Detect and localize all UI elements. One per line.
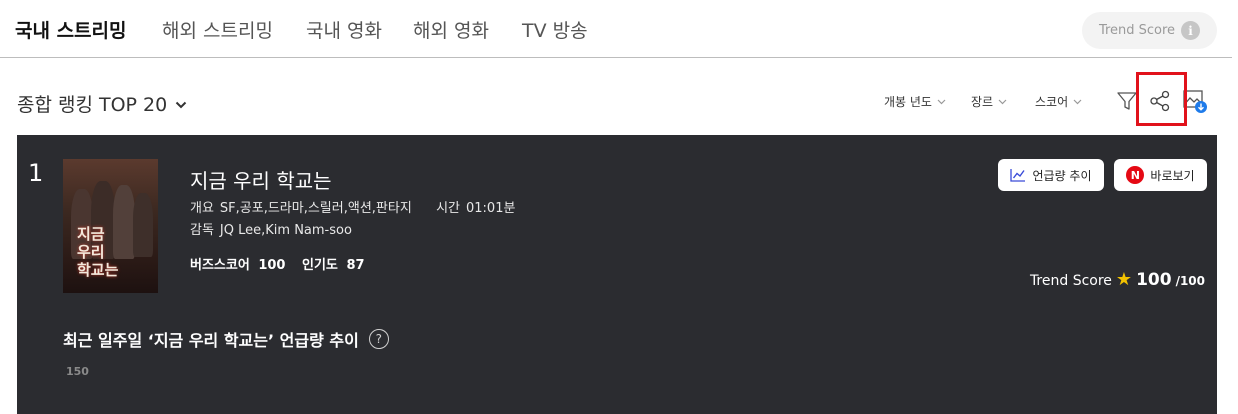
director-line: 감독 JQ Lee,Kim Nam-soo xyxy=(190,219,352,238)
watch-now-button[interactable]: N 바로보기 xyxy=(1114,159,1207,191)
buzz-score-value: 100 xyxy=(258,258,286,273)
star-icon: ★ xyxy=(1115,269,1133,290)
share-highlight-box xyxy=(1136,72,1187,126)
time-label: 시간 xyxy=(436,201,460,216)
filter-score[interactable]: 스코어 xyxy=(1035,93,1082,110)
info-icon: i xyxy=(1181,21,1201,40)
poster-title-line-1: 지금 xyxy=(77,225,105,243)
chevron-down-icon xyxy=(1073,99,1082,104)
weekly-mention-title: 최근 일주일 ‘지금 우리 학교는’ 언급량 추이 xyxy=(63,331,359,350)
item-trend-score: Trend Score ★ 100/100 xyxy=(1030,269,1205,290)
item-trend-score-value: 100 xyxy=(1136,270,1172,290)
trend-line-icon xyxy=(1010,169,1026,182)
poster-title: 지금 우리 학교는 xyxy=(77,225,118,279)
overview-label: 개요 xyxy=(190,201,214,216)
mention-trend-label: 언급량 추이 xyxy=(1032,168,1092,183)
tab-domestic-streaming[interactable]: 국내 스트리밍 xyxy=(15,16,127,43)
filter-icon xyxy=(1117,92,1137,110)
poster-title-line-3: 학교는 xyxy=(77,261,119,279)
poster-title-line-2: 우리 xyxy=(77,243,105,261)
mention-trend-button[interactable]: 언급량 추이 xyxy=(998,159,1104,191)
poster-image[interactable]: 지금 우리 학교는 xyxy=(63,159,158,293)
filter-genre-label: 장르 xyxy=(971,95,994,109)
buzz-score-label: 버즈스코어 xyxy=(190,258,250,273)
tab-domestic-movies[interactable]: 국내 영화 xyxy=(306,16,382,43)
weekly-mention-heading: 최근 일주일 ‘지금 우리 학교는’ 언급량 추이 ? xyxy=(63,327,389,351)
tab-overseas-streaming[interactable]: 해외 스트리밍 xyxy=(162,16,273,43)
runtime: 01:01분 xyxy=(466,201,516,216)
item-trend-score-label: Trend Score xyxy=(1029,273,1112,289)
ranking-selector[interactable]: 종합 랭킹 TOP 20 xyxy=(17,90,187,117)
item-title[interactable]: 지금 우리 학교는 xyxy=(190,165,332,194)
item-trend-score-max: /100 xyxy=(1175,274,1205,288)
tab-tv-broadcast[interactable]: TV 방송 xyxy=(522,16,588,43)
score-line: 버즈스코어 100 인기도 87 xyxy=(190,254,365,273)
overview-line: 개요 SF,공포,드라마,스릴러,액션,판타지 시간 01:01분 xyxy=(190,197,515,216)
ranking-card: 1 지금 우리 학교는 지금 우리 학교는 개요 SF,공포,드라마,스릴러,액션… xyxy=(17,135,1217,414)
filter-release-year[interactable]: 개봉 년도 xyxy=(884,93,946,110)
ranking-title: 종합 랭킹 TOP 20 xyxy=(17,94,168,116)
category-tabs: 국내 스트리밍 해외 스트리밍 국내 영화 해외 영화 TV 방송 Trend … xyxy=(0,0,1232,58)
filter-release-year-label: 개봉 년도 xyxy=(884,95,932,109)
popularity-label: 인기도 xyxy=(302,258,338,273)
trend-score-info-button[interactable]: Trend Score i xyxy=(1082,12,1217,49)
netflix-icon: N xyxy=(1126,166,1145,184)
chevron-down-icon xyxy=(176,101,187,108)
directors: JQ Lee,Kim Nam-soo xyxy=(219,223,352,238)
filter-score-label: 스코어 xyxy=(1035,95,1069,109)
tab-overseas-movies[interactable]: 해외 영화 xyxy=(413,16,489,43)
filter-genre[interactable]: 장르 xyxy=(971,93,1007,110)
rank-number: 1 xyxy=(28,159,44,187)
watch-now-label: 바로보기 xyxy=(1150,168,1195,183)
chart-y-tick: 150 xyxy=(66,365,89,378)
popularity-value: 87 xyxy=(346,258,365,273)
genres: SF,공포,드라마,스릴러,액션,판타지 xyxy=(219,201,412,216)
help-icon[interactable]: ? xyxy=(368,329,389,349)
chevron-down-icon xyxy=(998,99,1007,104)
chevron-down-icon xyxy=(937,99,946,104)
director-label: 감독 xyxy=(190,223,214,238)
trend-score-label: Trend Score xyxy=(1098,23,1176,38)
